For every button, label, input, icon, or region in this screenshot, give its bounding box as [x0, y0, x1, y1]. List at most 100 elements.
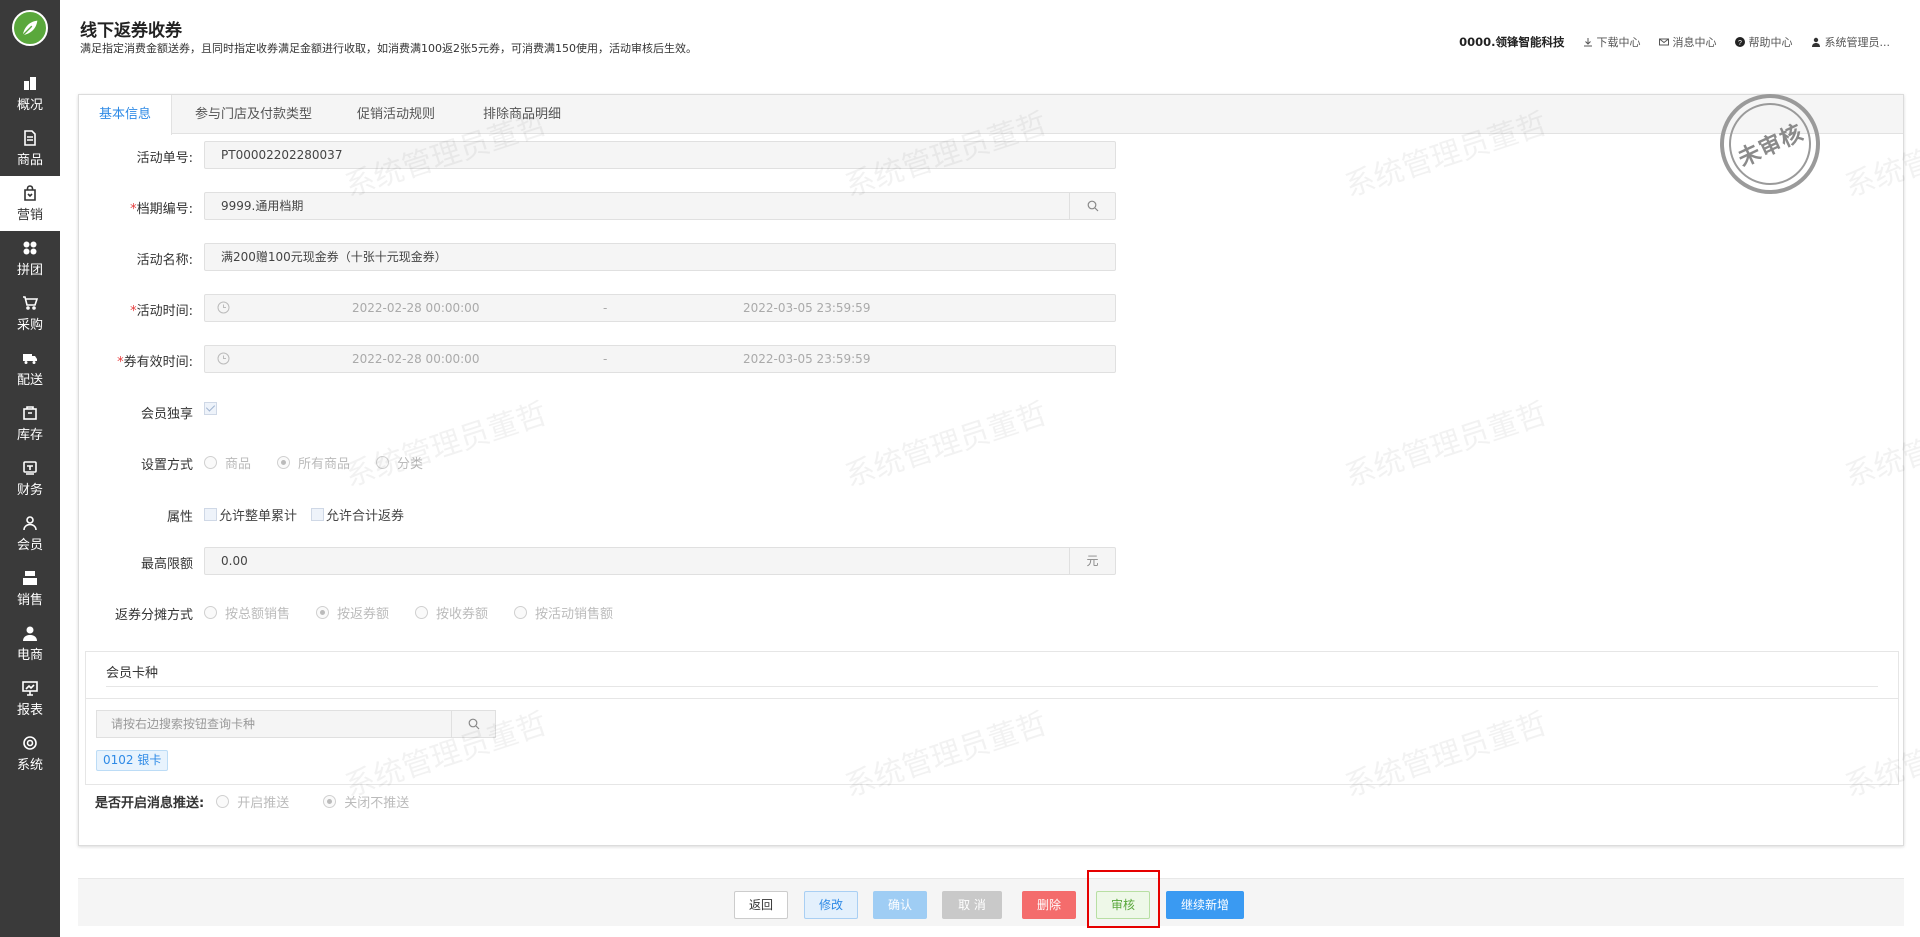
nav-label: 销售: [16, 592, 43, 608]
confirm-button[interactable]: 确认: [873, 891, 928, 919]
nav-purchase[interactable]: 采购: [0, 286, 60, 341]
tab-stores-payment[interactable]: 参与门店及付款类型: [175, 95, 332, 134]
setting-option-goods[interactable]: 商品: [204, 453, 251, 472]
nav-label: 系统: [16, 757, 43, 773]
main-panel: 基本信息 参与门店及付款类型 促销活动规则 排除商品明细 活动单号: PT000…: [78, 94, 1904, 846]
allow-order-accumulate[interactable]: 允许整单累计: [204, 505, 297, 524]
period-field[interactable]: 9999.通用档期: [204, 192, 1116, 220]
nav-label: 电商: [16, 647, 43, 663]
setting-option-all-goods[interactable]: 所有商品: [277, 453, 350, 472]
max-limit-field[interactable]: 0.00 元: [204, 547, 1116, 575]
attribute-label: 属性: [166, 510, 193, 525]
activity-time-range[interactable]: 2022-02-28 00:00:00 - 2022-03-05 23:59:5…: [204, 294, 1116, 322]
nav-label: 库存: [16, 427, 43, 443]
cart-icon: [23, 295, 38, 310]
nav-label: 报表: [16, 702, 43, 718]
order-no-field[interactable]: PT00002202280037: [204, 141, 1116, 169]
org-name[interactable]: 0000.领锋智能科技: [1459, 34, 1564, 50]
page-title: 线下返券收券: [80, 21, 182, 41]
edit-button[interactable]: 修改: [804, 891, 859, 919]
divider: [86, 698, 1898, 699]
activity-name-row: 活动名称: 满200赠100元现金券（十张十元现金券）: [79, 243, 1179, 271]
nav-label: 采购: [16, 317, 43, 333]
push-enable[interactable]: 开启推送: [216, 792, 289, 811]
divider: [106, 686, 1878, 687]
coupon-valid-range[interactable]: 2022-02-28 00:00:00 - 2022-03-05 23:59:5…: [204, 345, 1116, 373]
box-icon: [23, 405, 37, 420]
download-center-link[interactable]: 下载中心: [1583, 34, 1641, 50]
activity-end-time: 2022-03-05 23:59:59: [743, 301, 871, 315]
card-type-tag[interactable]: 0102 银卡: [96, 750, 169, 771]
building-icon: [24, 76, 36, 90]
nav-goods[interactable]: 商品: [0, 121, 60, 176]
nav-label: 概况: [16, 97, 43, 113]
push-label: 是否开启消息推送:: [95, 796, 205, 811]
split-label: 返券分摊方式: [114, 608, 193, 623]
push-disable[interactable]: 关闭不推送: [323, 792, 409, 811]
split-by-receive-amount[interactable]: 按收券额: [415, 603, 488, 622]
tab-promo-rules[interactable]: 促销活动规则: [337, 95, 455, 134]
nav-inventory[interactable]: 库存: [0, 396, 60, 451]
nav-marketing[interactable]: 营销: [0, 176, 60, 231]
allow-total-return[interactable]: 允许合计返券: [311, 505, 404, 524]
bag-icon: [24, 184, 36, 201]
nav-member[interactable]: 会员: [0, 506, 60, 561]
download-label: 下载中心: [1596, 36, 1641, 49]
activity-name-label: 活动名称:: [136, 253, 193, 268]
mail-icon: [1658, 38, 1669, 46]
cancel-button[interactable]: 取 消: [942, 891, 1002, 919]
card-search-input[interactable]: 请按右边搜索按钮查询卡种: [96, 710, 496, 738]
split-by-return-amount[interactable]: 按返券额: [316, 603, 389, 622]
member-only-row: 会员独享: [79, 397, 479, 425]
document-icon: [24, 129, 36, 146]
nav-overview[interactable]: 概况: [0, 66, 60, 121]
user-menu[interactable]: 系统管理员...: [1811, 34, 1890, 50]
nav-system[interactable]: 系统: [0, 726, 60, 781]
tab-excluded-goods[interactable]: 排除商品明细: [463, 95, 581, 134]
nav-label: 财务: [16, 482, 43, 498]
nav-label: 配送: [16, 372, 43, 388]
nav-ecommerce[interactable]: 电商: [0, 616, 60, 671]
tab-bar: 基本信息 参与门店及付款类型 促销活动规则 排除商品明细: [79, 95, 1903, 135]
help-center-link[interactable]: ? 帮助中心: [1734, 34, 1793, 50]
split-by-total-sales[interactable]: 按总额销售: [204, 603, 290, 622]
split-by-activity-sales[interactable]: 按活动销售额: [514, 603, 613, 622]
download-icon: [1583, 38, 1592, 47]
currency-unit: 元: [1069, 547, 1115, 575]
return-button[interactable]: 返回: [734, 891, 789, 919]
member-only-checkbox[interactable]: [204, 402, 217, 415]
app-logo[interactable]: [12, 10, 48, 46]
grid-icon: [23, 241, 37, 254]
help-label: 帮助中心: [1748, 36, 1793, 49]
period-search-button[interactable]: [1069, 192, 1115, 220]
activity-name-field[interactable]: 满200赠100元现金券（十张十元现金券）: [204, 243, 1116, 271]
clock-icon: [217, 301, 230, 314]
order-no-row: 活动单号: PT00002202280037: [79, 141, 1179, 169]
nav-delivery[interactable]: 配送: [0, 341, 60, 396]
user-icon: [23, 515, 37, 530]
setting-option-category[interactable]: 分类: [376, 453, 423, 472]
message-center-link[interactable]: 消息中心: [1658, 34, 1717, 50]
nav-finance[interactable]: 财务: [0, 451, 60, 506]
delete-button[interactable]: 删除: [1022, 891, 1077, 919]
setting-row: 设置方式 商品 所有商品 分类: [79, 448, 679, 476]
nav-group-buy[interactable]: 拼团: [0, 231, 60, 286]
help-icon: ?: [1734, 37, 1745, 47]
page-subtitle: 满足指定消费金额送券，且同时指定收券满足金额进行收取，如消费满100返2张5元券…: [80, 42, 697, 55]
nav-label: 会员: [16, 537, 43, 553]
card-search-button[interactable]: [451, 710, 495, 738]
period-row: *档期编号: 9999.通用档期: [79, 192, 1179, 220]
range-separator: -: [603, 301, 608, 315]
tab-basic-info[interactable]: 基本信息: [79, 95, 173, 135]
split-options: 按总额销售 按返券额 按收券额 按活动销售额: [204, 603, 639, 622]
coupon-valid-row: *券有效时间: 2022-02-28 00:00:00 - 2022-03-05…: [79, 345, 1179, 373]
valid-start-time: 2022-02-28 00:00:00: [352, 352, 480, 366]
member-card-title: 会员卡种: [106, 666, 159, 681]
attribute-row: 属性 允许整单累计 允许合计返券: [79, 500, 679, 528]
continue-add-button[interactable]: 继续新增: [1166, 891, 1245, 919]
action-bar: 返回 修改 确认 取 消 删除 审核 继续新增: [78, 878, 1904, 926]
nav-sales[interactable]: 销售: [0, 561, 60, 616]
clock-icon: [217, 352, 230, 365]
valid-end-time: 2022-03-05 23:59:59: [743, 352, 871, 366]
nav-reports[interactable]: 报表: [0, 671, 60, 726]
